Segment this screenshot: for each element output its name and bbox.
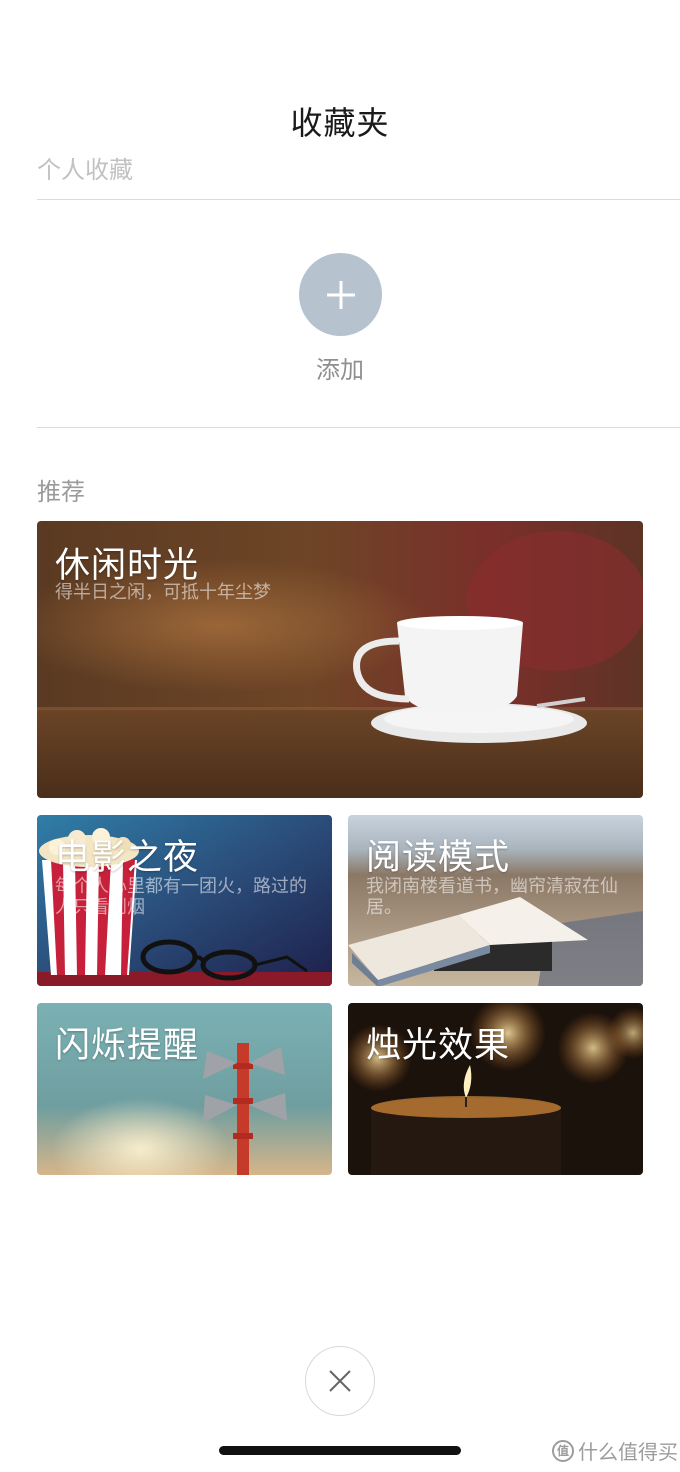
card-leisure-time[interactable]: 休闲时光 得半日之闲，可抵十年尘梦 — [37, 521, 643, 798]
card-subtitle: 我闭南楼看道书，幽帘清寂在仙居。 — [366, 876, 618, 918]
plus-icon — [326, 280, 355, 309]
divider — [37, 427, 680, 428]
card-title: 休闲时光 — [55, 546, 200, 586]
watermark-text: 什么值得买 — [578, 1440, 678, 1464]
card-subtitle: 每个人心里都有一团火，路过的人只看到烟 — [55, 876, 307, 918]
card-title: 阅读模式 — [366, 838, 511, 878]
page-title: 收藏夹 — [290, 104, 390, 142]
personal-favorites-label: 个人收藏 — [37, 156, 133, 184]
card-subtitle: 得半日之闲，可抵十年尘梦 — [55, 582, 271, 603]
close-button[interactable] — [305, 1346, 375, 1416]
close-icon — [329, 1370, 351, 1392]
add-label: 添加 — [316, 356, 364, 384]
card-title: 烛光效果 — [366, 1026, 511, 1066]
divider — [37, 199, 680, 200]
add-favorite-button[interactable] — [299, 253, 382, 336]
card-reading-mode[interactable]: 阅读模式 我闭南楼看道书，幽帘清寂在仙居。 — [348, 815, 643, 986]
watermark: 值 什么值得买 — [552, 1436, 678, 1465]
card-title: 闪烁提醒 — [55, 1026, 200, 1066]
card-movie-night[interactable]: 电影之夜 每个人心里都有一团火，路过的人只看到烟 — [37, 815, 332, 986]
recommend-label: 推荐 — [37, 478, 85, 506]
card-flash-reminder[interactable]: 闪烁提醒 — [37, 1003, 332, 1175]
card-candlelight[interactable]: 烛光效果 — [348, 1003, 643, 1175]
home-indicator — [219, 1446, 461, 1455]
card-title: 电影之夜 — [55, 838, 200, 878]
watermark-logo-icon: 值 — [552, 1439, 574, 1462]
